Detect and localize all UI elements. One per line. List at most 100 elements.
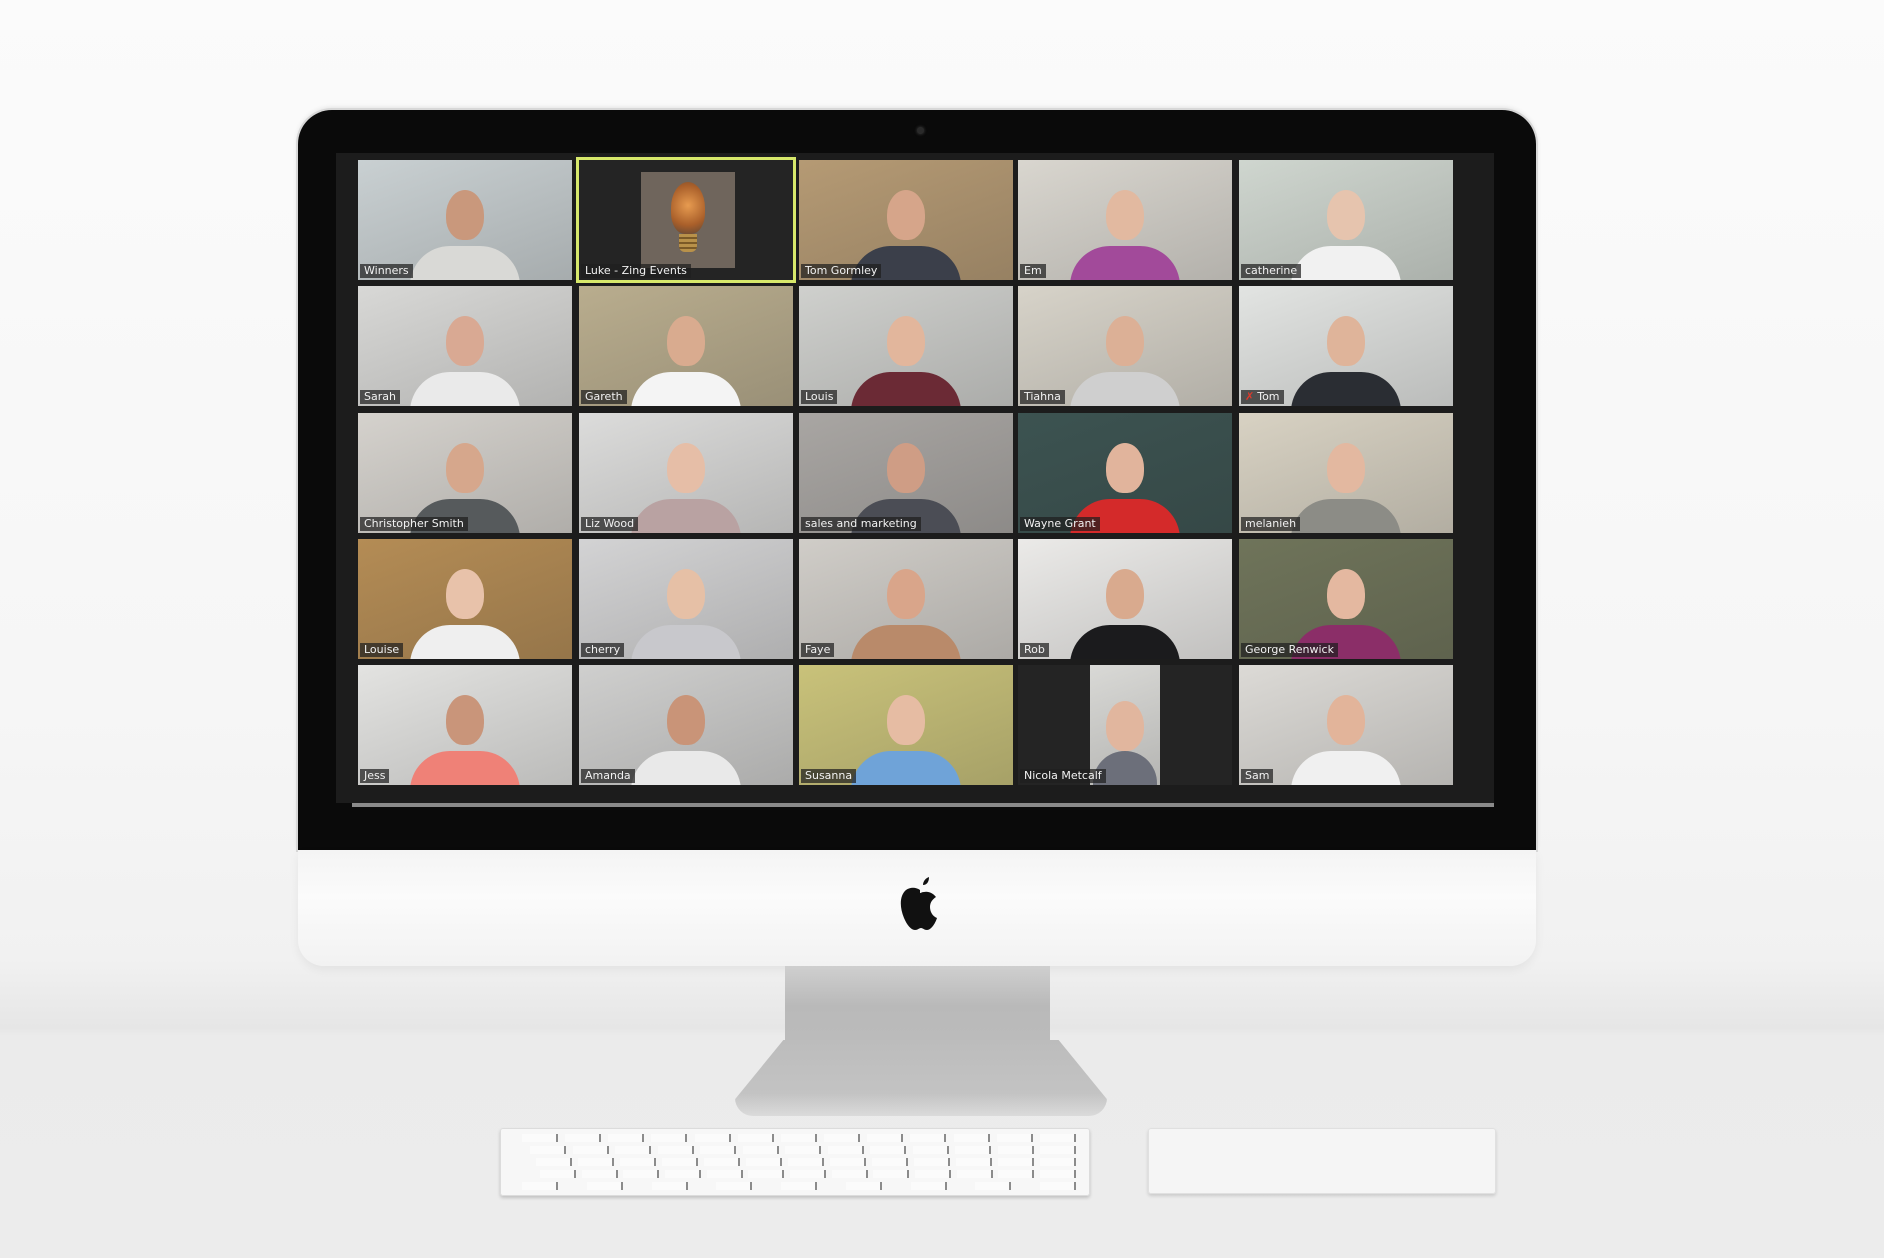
trackpad: [1148, 1128, 1496, 1194]
participant-video: [1018, 286, 1232, 406]
participant-name: Wayne Grant: [1024, 517, 1096, 530]
keyboard-key: [657, 1146, 694, 1154]
participant-tile[interactable]: Nicola Metcalf: [1018, 665, 1232, 785]
keyboard-key: [785, 1146, 821, 1154]
participant-video: [1239, 286, 1453, 406]
screen-bottom-edge: [352, 803, 1494, 807]
participant-tile[interactable]: Faye: [799, 539, 1013, 659]
keyboard-key: [845, 1182, 882, 1190]
participant-tile[interactable]: catherine: [1239, 160, 1453, 280]
participant-name: Jess: [364, 769, 386, 782]
participant-face: [667, 695, 705, 745]
participant-tile[interactable]: Tom Gormley: [799, 160, 1013, 280]
participant-name-label: Christopher Smith: [360, 517, 468, 531]
participant-name: Liz Wood: [585, 517, 635, 530]
keyboard-key: [912, 1146, 949, 1154]
participant-video: [358, 539, 572, 659]
keyboard-key: [956, 1158, 992, 1166]
participant-tile[interactable]: Sam: [1239, 665, 1453, 785]
participant-name-label: Louis: [801, 390, 838, 404]
participant-tile[interactable]: Liz Wood: [579, 413, 793, 533]
keyboard-key: [530, 1146, 566, 1154]
keyboard-key: [910, 1182, 947, 1190]
keyboard-key: [873, 1170, 910, 1178]
participant-tile[interactable]: cherry: [579, 539, 793, 659]
keyboard-key: [565, 1134, 602, 1142]
participant-name-label: Faye: [801, 643, 835, 657]
keyboard-key: [914, 1158, 950, 1166]
keyboard-key: [1040, 1146, 1076, 1154]
participant-name-label: Susanna: [801, 769, 857, 783]
participant-tile[interactable]: Gareth: [579, 286, 793, 406]
keyboard-key: [870, 1146, 906, 1154]
participant-tile[interactable]: George Renwick: [1239, 539, 1453, 659]
keyboard-key: [910, 1134, 947, 1142]
keyboard-key: [1039, 1134, 1076, 1142]
participant-tile[interactable]: Em: [1018, 160, 1232, 280]
participant-video: [1018, 413, 1232, 533]
keyboard: [500, 1128, 1090, 1196]
participant-face: [887, 695, 925, 745]
participant-name: Tom Gormley: [805, 264, 878, 277]
participant-tile[interactable]: Louise: [358, 539, 572, 659]
participant-tile[interactable]: Sarah: [358, 286, 572, 406]
participant-face: [1106, 569, 1144, 619]
participant-name: Em: [1024, 264, 1042, 277]
participant-name-label: cherry: [581, 643, 625, 657]
participant-tile[interactable]: Amanda: [579, 665, 793, 785]
participant-name-label: Wayne Grant: [1020, 517, 1100, 531]
keyboard-key: [975, 1182, 1012, 1190]
keyboard-key: [662, 1158, 698, 1166]
participant-video: [799, 286, 1013, 406]
webcam-icon: [917, 127, 924, 134]
keyboard-key: [1040, 1158, 1076, 1166]
keyboard-key: [827, 1146, 864, 1154]
participant-tile[interactable]: Louis: [799, 286, 1013, 406]
participant-video: [579, 539, 793, 659]
participant-name: Gareth: [585, 390, 623, 403]
keyboard-key: [737, 1134, 774, 1142]
participant-tile[interactable]: Luke - Zing Events: [576, 157, 796, 283]
participant-video: [1018, 665, 1232, 785]
participant-video: [1239, 665, 1453, 785]
keyboard-key: [998, 1170, 1035, 1178]
participant-name-label: melanieh: [1241, 517, 1301, 531]
keyboard-key: [998, 1158, 1034, 1166]
keyboard-key: [830, 1158, 866, 1166]
participant-video: [1018, 539, 1232, 659]
participant-face: [446, 443, 484, 493]
participant-name-label: Winners: [360, 264, 413, 278]
participant-name-label: George Renwick: [1241, 643, 1338, 657]
participant-face: [1327, 569, 1365, 619]
participant-tile[interactable]: Jess: [358, 665, 572, 785]
participant-tile[interactable]: Susanna: [799, 665, 1013, 785]
participant-face: [446, 695, 484, 745]
participant-tile[interactable]: Wayne Grant: [1018, 413, 1232, 533]
participant-tile[interactable]: Tiahna: [1018, 286, 1232, 406]
keyboard-key: [608, 1134, 645, 1142]
participant-face: [1327, 190, 1365, 240]
participant-name: Winners: [364, 264, 409, 277]
participant-tile[interactable]: Rob: [1018, 539, 1232, 659]
participant-video: [579, 665, 793, 785]
participant-face: [446, 316, 484, 366]
keyboard-key: [997, 1146, 1034, 1154]
participant-tile[interactable]: ✗ Tom: [1239, 286, 1453, 406]
participant-name-label: sales and marketing: [801, 517, 921, 531]
participant-tile[interactable]: Christopher Smith: [358, 413, 572, 533]
keyboard-key: [536, 1158, 572, 1166]
participant-name: Tiahna: [1024, 390, 1061, 403]
participant-face: [667, 316, 705, 366]
participant-video: [1239, 539, 1453, 659]
keyboard-key: [788, 1158, 824, 1166]
participant-name: cherry: [585, 643, 621, 656]
keyboard-key: [831, 1170, 868, 1178]
keyboard-key: [824, 1134, 861, 1142]
participant-tile[interactable]: sales and marketing: [799, 413, 1013, 533]
participant-name: Louis: [805, 390, 834, 403]
participant-video: [799, 665, 1013, 785]
participant-tile[interactable]: Winners: [358, 160, 572, 280]
participant-tile[interactable]: melanieh: [1239, 413, 1453, 533]
participant-face: [667, 443, 705, 493]
participant-video: [799, 160, 1013, 280]
